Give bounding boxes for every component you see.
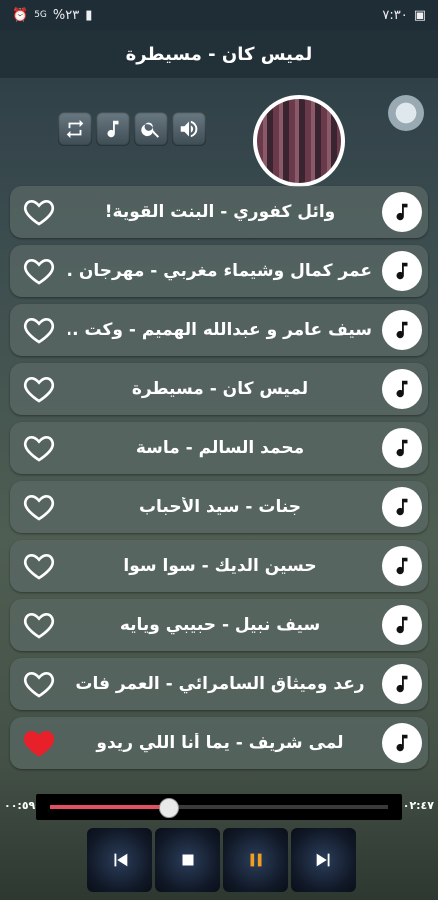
play-song-button[interactable] (382, 192, 422, 232)
music-note-icon (396, 675, 408, 693)
elapsed-time: ٠٠:٥٩ (4, 799, 36, 812)
song-row[interactable]: رعد وميثاق السامرائي - العمر فات (10, 658, 428, 710)
favorite-button[interactable] (22, 196, 56, 228)
song-title: محمد السالم - ماسة (135, 438, 305, 458)
skip-previous-icon (114, 853, 127, 867)
search-button[interactable] (134, 112, 168, 146)
favorite-button[interactable] (22, 609, 56, 641)
song-row[interactable]: سيف عامر و عبدالله الهميم - وكت ... (10, 304, 428, 356)
song-list: وائل كفوري - البنت القوية! عمر كمال وشيما… (10, 186, 428, 776)
music-note-icon (396, 557, 408, 575)
repeat-button[interactable] (58, 112, 92, 146)
song-row[interactable]: عمر كمال وشيماء مغربي - مهرجان ... (10, 245, 428, 297)
alarm-icon: ⏰ (12, 7, 29, 23)
stop-icon (182, 854, 193, 866)
music-note-icon (396, 439, 408, 457)
play-song-button[interactable] (382, 487, 422, 527)
play-song-button[interactable] (382, 428, 422, 468)
song-title: وائل كفوري - البنت القوية! (104, 202, 336, 222)
play-song-button[interactable] (382, 723, 422, 763)
song-title: سيف عامر و عبدالله الهميم - وكت ... (68, 320, 372, 340)
song-title: رعد وميثاق السامرائي - العمر فات (75, 674, 365, 694)
heart-outline-icon (23, 317, 55, 344)
song-row[interactable]: جنات - سيد الأحباب (10, 481, 428, 533)
now-playing-title: لميس كان - مسيطرة (125, 43, 313, 65)
song-title: سيف نبيل - حبيبي ويايه (119, 615, 321, 635)
song-row[interactable]: لمى شريف - يما أنا اللي ريدو (10, 717, 428, 769)
pause-button[interactable] (223, 828, 288, 892)
song-row[interactable]: لميس كان - مسيطرة (10, 363, 428, 415)
song-row[interactable]: حسين الديك - سوا سوا (10, 540, 428, 592)
music-note-icon (396, 616, 408, 634)
play-song-button[interactable] (382, 369, 422, 409)
total-time: ٠٢:٤٧ (402, 799, 434, 812)
volume-icon (180, 120, 198, 138)
player-controls (87, 828, 359, 892)
song-title: لمى شريف - يما أنا اللي ريدو (96, 733, 344, 753)
play-song-button[interactable] (382, 664, 422, 704)
top-controls (58, 112, 206, 146)
battery-icon: ▮ (85, 7, 93, 23)
progress-area: ٠٠:٥٩ ٠٢:٤٧ (0, 792, 438, 822)
play-song-button[interactable] (382, 251, 422, 291)
play-song-button[interactable] (382, 546, 422, 586)
favorite-button[interactable] (22, 491, 56, 523)
music-note-icon (107, 120, 119, 138)
play-song-button[interactable] (382, 605, 422, 645)
favorite-button[interactable] (22, 314, 56, 346)
network-label: 5G (34, 10, 47, 20)
heart-outline-icon (23, 258, 55, 285)
play-song-button[interactable] (382, 310, 422, 350)
music-note-icon (396, 203, 408, 221)
pause-icon (250, 853, 261, 867)
seek-track (50, 798, 388, 818)
song-row[interactable]: محمد السالم - ماسة (10, 422, 428, 474)
app-logo (388, 95, 424, 131)
battery-percent: %٢٣ (52, 7, 80, 23)
status-bar: ⏰ 5G %٢٣ ▮ ٧:٣٠ ▣ (0, 0, 438, 30)
favorite-button[interactable] (22, 373, 56, 405)
heart-outline-icon (23, 553, 55, 580)
previous-button[interactable] (87, 828, 152, 892)
music-note-icon (396, 321, 408, 339)
favorite-button[interactable] (22, 668, 56, 700)
music-note-button[interactable] (96, 112, 130, 146)
song-row[interactable]: سيف نبيل - حبيبي ويايه (10, 599, 428, 651)
favorite-button[interactable] (22, 255, 56, 287)
now-playing-title-bar: لميس كان - مسيطرة (0, 30, 438, 78)
seek-progress (50, 805, 169, 809)
status-right: ٧:٣٠ ▣ (382, 8, 426, 23)
status-time: ٧:٣٠ (382, 7, 408, 23)
favorite-button[interactable] (22, 550, 56, 582)
heart-outline-icon (23, 612, 55, 639)
volume-button[interactable] (172, 112, 206, 146)
music-note-icon (396, 380, 408, 398)
favorite-button[interactable] (22, 727, 56, 759)
heart-filled-icon (23, 730, 55, 757)
heart-outline-icon (23, 376, 55, 403)
music-note-icon (396, 262, 408, 280)
seek-thumb[interactable] (159, 798, 180, 818)
screen-icon: ▣ (413, 7, 426, 23)
song-title: عمر كمال وشيماء مغربي - مهرجان ... (68, 261, 372, 281)
stop-button[interactable] (155, 828, 220, 892)
search-icon (141, 122, 160, 138)
heart-outline-icon (23, 494, 55, 521)
heart-outline-icon (23, 671, 55, 698)
status-left: ⏰ 5G %٢٣ ▮ (12, 8, 92, 23)
song-title: لميس كان - مسيطرة (131, 379, 309, 399)
heart-outline-icon (23, 199, 55, 226)
album-art (253, 95, 345, 187)
favorite-button[interactable] (22, 432, 56, 464)
song-row[interactable]: وائل كفوري - البنت القوية! (10, 186, 428, 238)
song-title: جنات - سيد الأحباب (138, 497, 302, 517)
music-note-icon (396, 498, 408, 516)
skip-next-icon (316, 853, 329, 867)
next-button[interactable] (291, 828, 356, 892)
song-title: حسين الديك - سوا سوا (123, 556, 317, 576)
repeat-icon (66, 119, 84, 139)
seek-bar[interactable] (36, 794, 402, 820)
heart-outline-icon (23, 435, 55, 462)
music-note-icon (396, 734, 408, 752)
